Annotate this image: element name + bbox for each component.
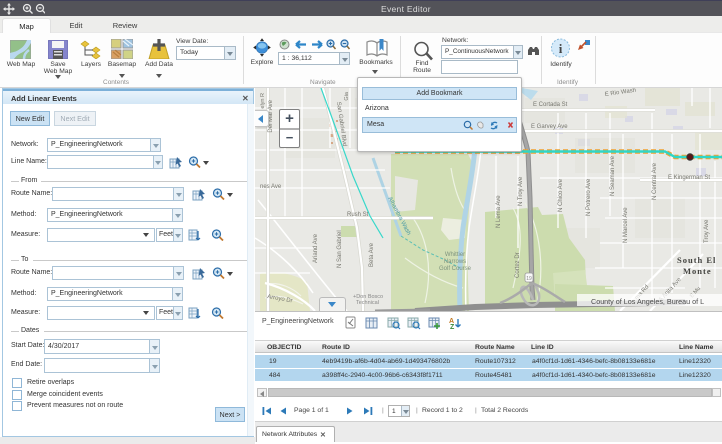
svg-text:Narrows: Narrows (444, 259, 466, 265)
svg-text:County of Los Angeles, Bureau: County of Los Angeles, Bureau of L (591, 297, 704, 306)
svg-text:Ariand Ave: Ariand Ave (313, 233, 319, 263)
svg-text:N Seaman Ave: N Seaman Ave (610, 155, 616, 196)
svg-text:N Troy Ave: N Troy Ave (518, 176, 524, 206)
svg-text:Beta Ave: Beta Ave (369, 242, 375, 267)
svg-text:i: i (559, 41, 563, 56)
svg-text:N Potrero Ave: N Potrero Ave (586, 178, 592, 216)
svg-text:N San Gabriel: N San Gabriel (337, 230, 343, 268)
svg-text:E Cortada St: E Cortada St (533, 102, 568, 108)
svg-text:elyn R: elyn R (260, 93, 266, 109)
svg-text:Technical: Technical (356, 300, 379, 306)
svg-text:N Chico Ave: N Chico Ave (558, 178, 564, 212)
svg-text:Whittier: Whittier (445, 252, 465, 258)
svg-text:Golf Course: Golf Course (439, 266, 472, 272)
svg-text:E Garvey Ave: E Garvey Ave (531, 124, 568, 130)
svg-text:Rush St: Rush St (347, 212, 369, 218)
svg-text:N Marcel Ave: N Marcel Ave (623, 207, 629, 243)
svg-text:Cortez Dr: Cortez Dr (515, 252, 521, 278)
svg-text:Troy Ave: Troy Ave (704, 219, 710, 243)
svg-text:nes Ave: nes Ave (260, 184, 282, 190)
svg-text:Monte: Monte (683, 266, 712, 276)
svg-text:Z: Z (450, 324, 455, 330)
svg-text:N Lema Ave: N Lema Ave (496, 195, 502, 228)
svg-text:19: 19 (526, 276, 532, 282)
svg-text:South El: South El (677, 255, 716, 265)
svg-text:Gia: Gia (344, 91, 350, 101)
svg-text:E Kingerman St: E Kingerman St (668, 175, 710, 181)
svg-text:N Central Ave: N Central Ave (652, 162, 658, 200)
